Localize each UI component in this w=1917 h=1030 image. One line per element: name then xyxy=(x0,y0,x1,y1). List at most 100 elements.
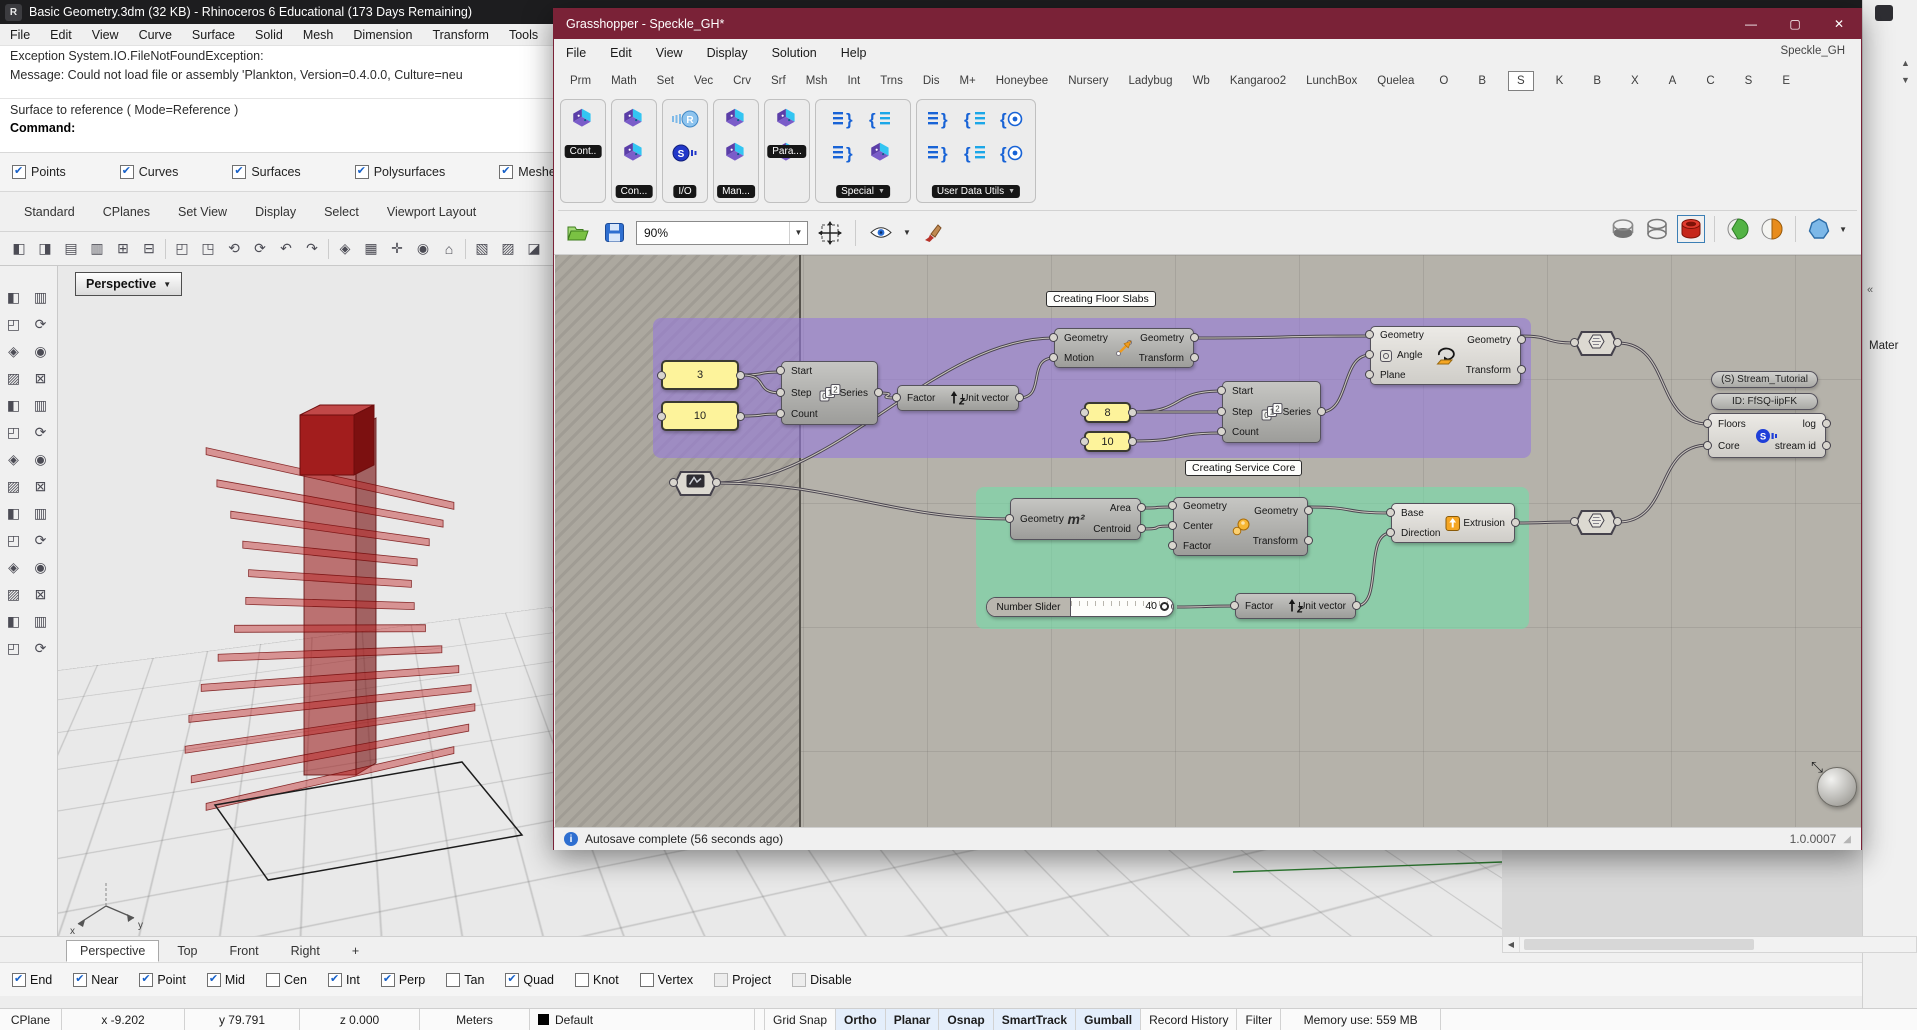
scale[interactable]: GeometryCenterFactorGeometryTransform xyxy=(1173,497,1308,556)
display-quality-icon[interactable] xyxy=(1805,215,1833,243)
output-port-log[interactable] xyxy=(1822,419,1831,428)
sidebar-tool-icon[interactable]: ▨ xyxy=(1,366,26,391)
close-button[interactable]: ✕ xyxy=(1817,9,1861,39)
checkbox-icon[interactable] xyxy=(232,165,246,179)
sidebar-tool-icon[interactable]: ⊠ xyxy=(28,474,53,499)
input-port-motion[interactable] xyxy=(1049,353,1058,362)
scrollbar-thumb[interactable] xyxy=(1524,939,1754,950)
gh-tab-e[interactable]: E xyxy=(1774,72,1798,90)
gh-menu-file[interactable]: File xyxy=(554,46,598,60)
toolbar-icon[interactable]: ⊞ xyxy=(111,237,135,261)
output-port[interactable] xyxy=(1613,517,1622,526)
toolbar-tab-standard[interactable]: Standard xyxy=(10,201,89,223)
document-preview-icon[interactable] xyxy=(1758,215,1786,243)
checkbox-icon[interactable] xyxy=(575,973,589,987)
toolbar-icon[interactable]: ▦ xyxy=(359,237,383,261)
resize-grip[interactable]: ◢ xyxy=(1843,834,1851,845)
sidebar-tool-icon[interactable]: ◉ xyxy=(28,555,53,580)
brace-in-icon[interactable]: { xyxy=(958,136,994,170)
viewport-tab-perspective[interactable]: Perspective xyxy=(66,940,159,962)
gh-tab-o[interactable]: O xyxy=(1431,72,1456,90)
gh-tab-set[interactable]: Set xyxy=(649,72,682,90)
checkbox-icon[interactable] xyxy=(328,973,342,987)
toolbar-icon[interactable]: ⌂ xyxy=(437,237,461,261)
brace-out-icon[interactable]: } xyxy=(827,102,863,136)
brace-io-icon[interactable]: { xyxy=(994,102,1030,136)
speckle-cube-icon[interactable] xyxy=(565,102,601,136)
sidebar-tool-icon[interactable]: ◧ xyxy=(1,609,26,634)
unit-vector-1[interactable]: FactorUnit vectorz xyxy=(897,385,1019,411)
input-port-plane[interactable] xyxy=(1365,370,1374,379)
gh-tab-honeybee[interactable]: Honeybee xyxy=(988,72,1056,90)
toolbar-tab-display[interactable]: Display xyxy=(241,201,310,223)
output-port[interactable] xyxy=(1128,437,1137,446)
gh-tab-vec[interactable]: Vec xyxy=(686,72,721,90)
output-port-transform[interactable] xyxy=(1517,365,1526,374)
panel-start-value[interactable]: 3 xyxy=(661,360,739,390)
receiver-circle-icon[interactable]: R xyxy=(667,102,703,136)
panel-angle-count[interactable]: 10 xyxy=(1084,431,1131,452)
group-label[interactable]: Creating Floor Slabs xyxy=(1046,291,1156,307)
gh-menu-edit[interactable]: Edit xyxy=(598,46,644,60)
sidebar-tool-icon[interactable]: ◰ xyxy=(1,312,26,337)
checkbox-icon[interactable] xyxy=(12,165,26,179)
input-port-direction[interactable] xyxy=(1386,528,1395,537)
toolbar-icon[interactable]: ↷ xyxy=(300,237,324,261)
degrees-toggle[interactable] xyxy=(1380,350,1392,362)
sidebar-tool-icon[interactable]: ◰ xyxy=(1,528,26,553)
output-port[interactable] xyxy=(1128,408,1137,417)
checkbox-icon[interactable] xyxy=(12,973,26,987)
brace-out-icon[interactable]: } xyxy=(922,102,958,136)
sidebar-tool-icon[interactable]: ⟳ xyxy=(28,636,53,661)
rhino-menu-mesh[interactable]: Mesh xyxy=(293,28,344,42)
toolbar-icon[interactable]: ◪ xyxy=(522,237,546,261)
chevron-down-icon[interactable]: ▼ xyxy=(1839,225,1847,234)
toolbar-icon[interactable]: ⟲ xyxy=(222,237,246,261)
input-port[interactable] xyxy=(1570,338,1579,347)
brace-in-icon[interactable]: { xyxy=(958,102,994,136)
checkbox-icon[interactable] xyxy=(266,973,280,987)
statusbar-units[interactable]: Meters xyxy=(420,1009,530,1030)
statusbar-toggle-planar[interactable]: Planar xyxy=(886,1009,940,1030)
sidebar-tool-icon[interactable]: ◈ xyxy=(1,555,26,580)
area[interactable]: GeometryAreaCentroidm² xyxy=(1010,498,1141,540)
osnap-mid[interactable]: Mid xyxy=(207,973,245,987)
filter-surfaces[interactable]: Surfaces xyxy=(232,165,300,179)
sidebar-tool-icon[interactable]: ◈ xyxy=(1,447,26,472)
output-port[interactable] xyxy=(736,412,745,421)
rotate[interactable]: GeometryAnglePlaneGeometryTransform xyxy=(1370,326,1521,385)
brace-out-icon[interactable]: } xyxy=(827,136,863,170)
gh-tab-lunchbox[interactable]: LunchBox xyxy=(1298,72,1365,90)
sidebar-tool-icon[interactable]: ▥ xyxy=(28,285,53,310)
checkbox-icon[interactable] xyxy=(446,973,460,987)
checkbox-icon[interactable] xyxy=(207,973,221,987)
rhino-menu-view[interactable]: View xyxy=(82,28,129,42)
rhino-menu-tools[interactable]: Tools xyxy=(499,28,548,42)
toolbar-icon[interactable]: ↶ xyxy=(274,237,298,261)
geometry-param[interactable] xyxy=(674,471,717,496)
output-port[interactable] xyxy=(1613,338,1622,347)
sidebar-tool-icon[interactable]: ◈ xyxy=(1,339,26,364)
paint-brush-icon[interactable] xyxy=(919,219,947,247)
grasshopper-canvas[interactable]: Creating Floor SlabsCreating Service Cor… xyxy=(555,255,1861,827)
input-port-count[interactable] xyxy=(1217,427,1226,436)
checkbox-icon[interactable] xyxy=(120,165,134,179)
osnap-int[interactable]: Int xyxy=(328,973,360,987)
output-port[interactable] xyxy=(736,371,745,380)
input-port-start[interactable] xyxy=(1217,386,1226,395)
gh-tab-k[interactable]: K xyxy=(1548,72,1572,90)
checkbox-icon[interactable] xyxy=(714,973,728,987)
toolbar-icon[interactable]: ◉ xyxy=(411,237,435,261)
sidebar-tool-icon[interactable]: ⟳ xyxy=(28,312,53,337)
osnap-cen[interactable]: Cen xyxy=(266,973,307,987)
checkbox-icon[interactable] xyxy=(640,973,654,987)
speckle-cube-icon[interactable] xyxy=(718,102,754,136)
toolbar-icon[interactable]: ▨ xyxy=(496,237,520,261)
input-port-factor[interactable] xyxy=(892,393,901,402)
rhino-menu-edit[interactable]: Edit xyxy=(40,28,82,42)
output-port-geometry[interactable] xyxy=(1190,333,1199,342)
input-port-core[interactable] xyxy=(1703,441,1712,450)
input-port-geometry[interactable] xyxy=(1168,501,1177,510)
osnap-disable[interactable]: Disable xyxy=(792,973,852,987)
gh-tab-s[interactable]: S xyxy=(1737,72,1761,90)
